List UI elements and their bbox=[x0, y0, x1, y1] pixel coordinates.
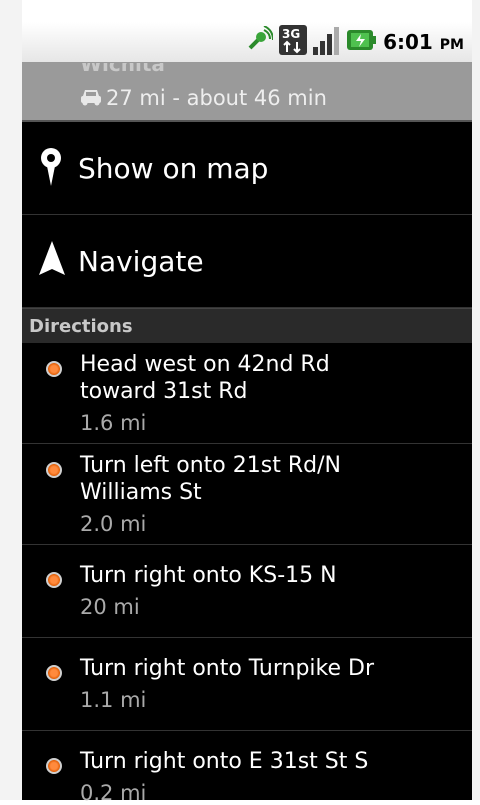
step-bullet-icon bbox=[46, 758, 62, 774]
direction-step[interactable]: Head west on 42nd Rd toward 31st Rd 1.6 … bbox=[22, 343, 472, 444]
step-distance: 1.6 mi bbox=[80, 411, 147, 435]
step-bullet-icon bbox=[46, 361, 62, 377]
step-instruction: Turn right onto KS-15 N bbox=[80, 563, 337, 588]
status-icons: 3G 6:01 PM bbox=[247, 25, 464, 59]
route-eta: 27 mi - about 46 min bbox=[106, 86, 327, 110]
direction-step[interactable]: Turn left onto 21st Rd/N Williams St 2.0… bbox=[22, 444, 472, 545]
gps-satellite-icon bbox=[247, 25, 275, 58]
network-3g-icon: 3G bbox=[279, 25, 308, 59]
step-bullet-icon bbox=[46, 462, 62, 478]
step-instruction: Head west on 42nd Rd toward 31st Rd bbox=[80, 352, 330, 404]
directions-title: Directions bbox=[29, 316, 133, 337]
screen-border-left bbox=[0, 0, 22, 800]
step-instruction: Turn right onto E 31st St S bbox=[80, 749, 369, 774]
route-summary-header[interactable]: Wichita 27 mi - about 46 min bbox=[22, 52, 472, 122]
signal-strength-icon bbox=[313, 25, 341, 59]
screen-border-right bbox=[472, 0, 480, 800]
step-bullet-icon bbox=[46, 572, 62, 588]
svg-text:3G: 3G bbox=[282, 27, 300, 41]
clock: 6:01 PM bbox=[383, 30, 464, 54]
step-distance: 0.2 mi bbox=[80, 781, 147, 805]
step-distance: 20 mi bbox=[80, 595, 140, 619]
direction-step[interactable]: Turn right onto Turnpike Dr 1.1 mi bbox=[22, 638, 472, 731]
car-icon bbox=[80, 88, 102, 110]
direction-step[interactable]: Turn right onto E 31st St S 0.2 mi bbox=[22, 731, 472, 805]
show-on-map-label: Show on map bbox=[78, 151, 269, 185]
navigate-label: Navigate bbox=[78, 244, 204, 278]
step-instruction: Turn left onto 21st Rd/N Williams St bbox=[80, 453, 341, 505]
status-bar: 3G 6:01 PM bbox=[22, 22, 472, 63]
navigate-button[interactable]: Navigate bbox=[22, 215, 472, 308]
directions-section-header: Directions bbox=[22, 308, 472, 343]
map-pin-icon bbox=[38, 146, 64, 190]
navigate-arrow-icon bbox=[38, 241, 66, 281]
step-bullet-icon bbox=[46, 665, 62, 681]
show-on-map-button[interactable]: Show on map bbox=[22, 122, 472, 215]
step-distance: 1.1 mi bbox=[80, 688, 147, 712]
direction-step[interactable]: Turn right onto KS-15 N 20 mi bbox=[22, 545, 472, 638]
step-instruction: Turn right onto Turnpike Dr bbox=[80, 656, 374, 681]
battery-charging-icon bbox=[347, 28, 377, 56]
step-distance: 2.0 mi bbox=[80, 512, 147, 536]
